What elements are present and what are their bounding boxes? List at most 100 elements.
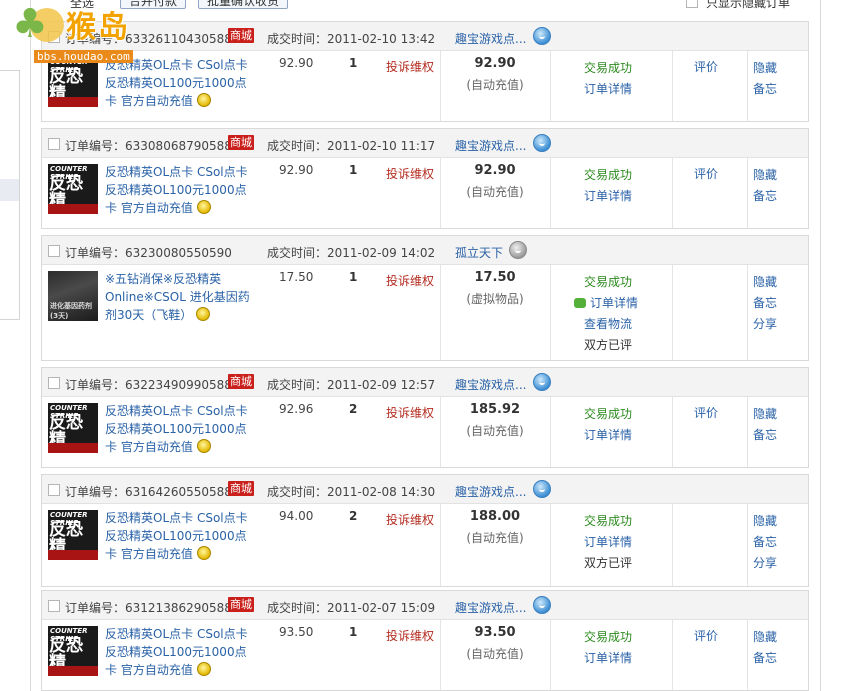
- order-action-link[interactable]: 隐藏: [753, 627, 809, 648]
- message-icon: [574, 298, 586, 308]
- order-action-link[interactable]: 隐藏: [753, 165, 809, 186]
- watermark-brand: 猴岛: [66, 10, 130, 45]
- coin-icon: [196, 307, 211, 321]
- wangwang-chat-icon[interactable]: [533, 134, 551, 152]
- order-header: 订单编号：63223490990588 商城 成交时间：2011-02-09 12:…: [42, 368, 808, 397]
- show-hidden-label: 只显示隐藏订单: [706, 0, 791, 10]
- order-action-link[interactable]: 隐藏: [753, 511, 809, 532]
- complain-link[interactable]: 投诉维权: [386, 165, 434, 182]
- rate-link[interactable]: 评价: [672, 165, 747, 182]
- deal-time: 成交时间：2011-02-09 12:57: [267, 378, 436, 392]
- order-action-link[interactable]: 备忘: [753, 532, 809, 553]
- batch-confirm-button[interactable]: 批量确认收货: [198, 0, 289, 9]
- wangwang-chat-icon[interactable]: [509, 241, 527, 259]
- unit-price: 92.90: [279, 163, 314, 177]
- complain-link[interactable]: 投诉维权: [386, 272, 434, 289]
- complain-link[interactable]: 投诉维权: [386, 627, 434, 644]
- order-action-link[interactable]: 隐藏: [753, 272, 809, 293]
- deal-time: 成交时间：2011-02-08 14:30: [267, 485, 436, 499]
- product-title-link[interactable]: 反恐精英OL点卡 CSol点卡 反恐精英OL100元1000点卡 官方自动充值: [105, 625, 257, 679]
- order-action-link[interactable]: 隐藏: [753, 404, 809, 425]
- order-status-link[interactable]: 订单详情: [550, 648, 672, 669]
- order-checkbox[interactable]: [48, 138, 60, 150]
- order-status-link[interactable]: 订单详情: [550, 79, 672, 100]
- order-actions: 隐藏 备忘: [747, 404, 809, 446]
- order-detail-link[interactable]: 订单详情: [550, 293, 672, 314]
- order-item: 订单编号：63326110430588 商城 成交时间：2011-02-10 13:…: [41, 21, 809, 122]
- product-thumbnail[interactable]: COUNTER STRIKE反恐精: [48, 510, 98, 560]
- coin-icon: [196, 439, 211, 453]
- complain-link[interactable]: 投诉维权: [386, 404, 434, 421]
- show-hidden-checkbox[interactable]: [686, 0, 698, 8]
- order-action-link[interactable]: 备忘: [753, 293, 809, 314]
- coin-icon: [196, 200, 211, 214]
- order-status-text: 交易成功: [584, 514, 633, 528]
- total-note: (自动充值): [466, 185, 524, 199]
- order-status-link[interactable]: 订单详情: [550, 425, 672, 446]
- order-header: 订单编号：63230080550590 成交时间：2011-02-09 14:02…: [42, 236, 808, 265]
- wangwang-chat-icon[interactable]: [533, 27, 551, 45]
- product-thumbnail[interactable]: COUNTER STRIKE反恐精: [48, 164, 98, 214]
- order-checkbox[interactable]: [48, 245, 60, 257]
- sidebar-highlight: [0, 179, 19, 201]
- mall-badge: 商城: [228, 135, 254, 150]
- seller-link[interactable]: 孤立天下: [455, 244, 503, 261]
- wangwang-chat-icon[interactable]: [533, 596, 551, 614]
- order-action-link[interactable]: 备忘: [753, 648, 809, 669]
- total-note: (自动充值): [466, 647, 524, 661]
- order-status-text: 交易成功: [584, 168, 633, 182]
- order-status-link[interactable]: 订单详情: [550, 186, 672, 207]
- complain-link[interactable]: 投诉维权: [386, 511, 434, 528]
- order-status-text: 交易成功: [584, 61, 633, 75]
- order-actions: 隐藏 备忘: [747, 58, 809, 100]
- order-action-link[interactable]: 分享: [753, 314, 809, 335]
- order-action-link[interactable]: 备忘: [753, 79, 809, 100]
- coin-icon: [196, 93, 211, 107]
- product-title-link[interactable]: ※五钻消保※反恐精英Online※CSOL 进化基因药剂30天（飞鞋）: [105, 270, 257, 324]
- product-title-link[interactable]: 反恐精英OL点卡 CSol点卡 反恐精英OL100元1000点卡 官方自动充值: [105, 402, 257, 456]
- order-number: 订单编号：63164260550588: [65, 485, 232, 499]
- product-title-link[interactable]: 反恐精英OL点卡 CSol点卡 反恐精英OL100元1000点卡 官方自动充值: [105, 163, 257, 217]
- rate-link[interactable]: 评价: [672, 58, 747, 75]
- quantity: 1: [349, 163, 358, 177]
- total-note: (自动充值): [466, 424, 524, 438]
- order-toolbar: 全选 合并付款 批量确认收货 只显示隐藏订单: [30, 0, 820, 12]
- order-body: COUNTER STRIKE反恐精反恐精英OL点卡 CSol点卡 反恐精英OL1…: [42, 51, 808, 121]
- order-status-link[interactable]: 订单详情: [550, 532, 672, 553]
- rate-link[interactable]: 评价: [672, 404, 747, 421]
- sidebar-box: [0, 70, 20, 320]
- order-body: 进化基因药剂(3天) ※五钻消保※反恐精英Online※CSOL 进化基因药剂30…: [42, 265, 808, 360]
- order-status: 交易成功 订单详情: [550, 627, 672, 669]
- coin-icon: [196, 662, 211, 676]
- order-status-text: 交易成功: [584, 275, 633, 289]
- seller-link[interactable]: 趣宝游戏点...: [455, 599, 526, 616]
- product-thumbnail[interactable]: COUNTER STRIKE反恐精: [48, 626, 98, 676]
- order-status-text: 交易成功: [584, 407, 633, 421]
- deal-time: 成交时间：2011-02-10 13:42: [267, 32, 436, 46]
- order-action-link[interactable]: 备忘: [753, 186, 809, 207]
- wangwang-chat-icon[interactable]: [533, 480, 551, 498]
- product-thumbnail[interactable]: COUNTER STRIKE反恐精: [48, 403, 98, 453]
- order-checkbox[interactable]: [48, 377, 60, 389]
- seller-link[interactable]: 趣宝游戏点...: [455, 30, 526, 47]
- order-action-link[interactable]: 隐藏: [753, 58, 809, 79]
- seller-link[interactable]: 趣宝游戏点...: [455, 483, 526, 500]
- order-header: 订单编号：63164260550588 商城 成交时间：2011-02-08 14:…: [42, 475, 808, 504]
- product-thumbnail[interactable]: 进化基因药剂(3天): [48, 271, 98, 321]
- order-action-link[interactable]: 分享: [753, 553, 809, 574]
- order-item: 订单编号：63121386290588 商城 成交时间：2011-02-07 15:…: [41, 590, 809, 691]
- seller-link[interactable]: 趣宝游戏点...: [455, 376, 526, 393]
- unit-price: 93.50: [279, 625, 314, 639]
- both-rated-text: 双方已评: [584, 556, 633, 570]
- unit-price: 94.00: [279, 509, 314, 523]
- complain-link[interactable]: 投诉维权: [386, 58, 434, 75]
- product-title-link[interactable]: 反恐精英OL点卡 CSol点卡 反恐精英OL100元1000点卡 官方自动充值: [105, 509, 257, 563]
- order-action-link[interactable]: 备忘: [753, 425, 809, 446]
- order-item: 订单编号：63230080550590 成交时间：2011-02-09 14:02…: [41, 235, 809, 361]
- rate-link[interactable]: 评价: [672, 627, 747, 644]
- order-checkbox[interactable]: [48, 600, 60, 612]
- wangwang-chat-icon[interactable]: [533, 373, 551, 391]
- seller-link[interactable]: 趣宝游戏点...: [455, 137, 526, 154]
- order-checkbox[interactable]: [48, 484, 60, 496]
- order-status-link[interactable]: 查看物流: [550, 314, 672, 335]
